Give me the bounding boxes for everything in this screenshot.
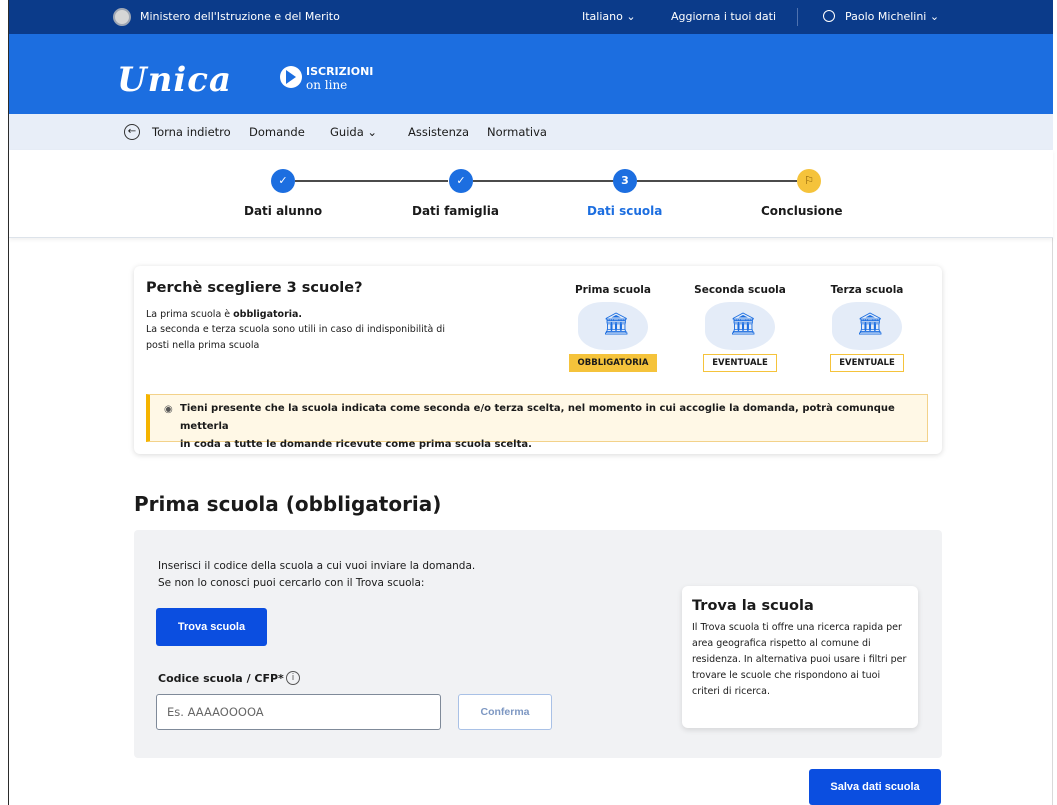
confirm-button[interactable]: Conferma [458,694,552,730]
step-3-number: 3 [613,169,637,193]
republic-emblem-icon [113,8,131,26]
card-line-2: La seconda e terza scuola sono utili in … [146,324,445,335]
back-link[interactable]: Torna indietro [152,125,231,139]
user-icon [823,10,835,22]
save-school-data-button[interactable]: Salva dati scuola [809,769,941,805]
intro-line-1: Inserisci il codice della scuola a cui v… [158,560,476,572]
school-blob: 🏛 [578,302,648,350]
back-arrow-icon[interactable]: ← [124,124,140,140]
third-school-column: Terza scuola 🏛 EVENTUALE [812,284,922,372]
find-school-title: Trova la scuola [692,598,814,614]
note-line-2: in coda a tutte le domande ricevute come… [180,439,532,450]
card-line-3: posti nella prima scuola [146,340,260,351]
step-connector [473,180,623,182]
user-menu[interactable]: Paolo Michelini ⌄ [845,10,939,23]
find-school-description: Il Trova scuola ti offre una ricerca rap… [692,622,907,697]
intro-line-2: Se non lo conosci puoi cercarlo con il T… [158,577,425,589]
school-building-icon: 🏛 [602,312,630,337]
find-school-info-box: Trova la scuola Il Trova scuola ti offre… [682,586,918,728]
second-school-column: Seconda scuola 🏛 EVENTUALE [685,284,795,372]
step-label-dati-famiglia: Dati famiglia [412,204,499,218]
find-school-button[interactable]: Trova scuola [156,608,267,646]
card-line-1-bold: obbligatoria. [233,309,303,320]
step-2-check-icon: ✓ [449,169,473,193]
first-school-column: Prima scuola 🏛 OBBLIGATORIA [558,284,668,372]
optional-badge: EVENTUALE [830,354,904,372]
first-school-title: Prima scuola [574,284,651,296]
update-data-link[interactable]: Aggiorna i tuoi dati [671,10,776,23]
online-logo-text: on line [306,78,348,92]
mandatory-badge: OBBLIGATORIA [568,354,658,372]
step-connector [295,180,448,182]
unica-logo[interactable]: Unica [117,60,232,100]
info-icon[interactable]: i [286,671,300,685]
nav-item-domande[interactable]: Domande [249,125,305,139]
nav-bar: ← Torna indietro Domande Guida ⌄ Assiste… [9,114,1053,150]
school-building-icon: 🏛 [856,312,884,337]
step-label-conclusione: Conclusione [761,204,843,218]
page: Ministero dell'Istruzione e del Merito I… [0,0,1057,805]
language-selector[interactable]: Italiano ⌄ [582,10,636,23]
nav-item-guida[interactable]: Guida ⌄ [330,125,377,139]
section-title: Prima scuola (obbligatoria) [134,492,442,516]
progress-stepper: ✓ ✓ 3 ⚐ Dati alunno Dati famiglia Dati s… [9,150,1053,238]
step-connector [637,180,797,182]
note-line-1: Tieni presente che la scuola indicata co… [180,403,895,432]
step-1-check-icon: ✓ [271,169,295,193]
step-label-dati-scuola: Dati scuola [587,204,663,218]
step-label-dati-alunno: Dati alunno [244,204,323,218]
step-4-flag-icon: ⚐ [797,169,821,193]
school-building-icon: 🏛 [729,312,757,337]
card-line-1-text: La prima scuola è [146,309,234,320]
card-title: Perchè scegliere 3 scuole? [146,280,363,296]
first-school-panel: Inserisci il codice della scuola a cui v… [134,530,942,758]
play-arrow-icon [286,70,296,84]
lightbulb-icon: ◉ [164,404,173,415]
nav-item-normativa[interactable]: Normativa [487,125,547,139]
second-school-title: Seconda scuola [694,284,786,296]
warning-note: ◉ Tieni presente che la scuola indicata … [146,394,928,450]
school-blob: 🏛 [705,302,775,350]
nav-item-assistenza[interactable]: Assistenza [408,125,469,139]
school-code-label: Codice scuola / CFP* [158,672,284,685]
why-three-schools-card: Perchè scegliere 3 scuole? La prima scuo… [134,266,942,454]
third-school-title: Terza scuola [830,284,904,296]
topbar-divider [797,8,798,26]
school-code-input[interactable] [156,694,441,730]
card-line-1: La prima scuola è obbligatoria. [146,309,302,320]
ministry-name[interactable]: Ministero dell'Istruzione e del Merito [140,10,340,23]
optional-badge: EVENTUALE [703,354,777,372]
school-blob: 🏛 [832,302,902,350]
iscrizioni-logo-text: ISCRIZIONI [306,65,374,78]
